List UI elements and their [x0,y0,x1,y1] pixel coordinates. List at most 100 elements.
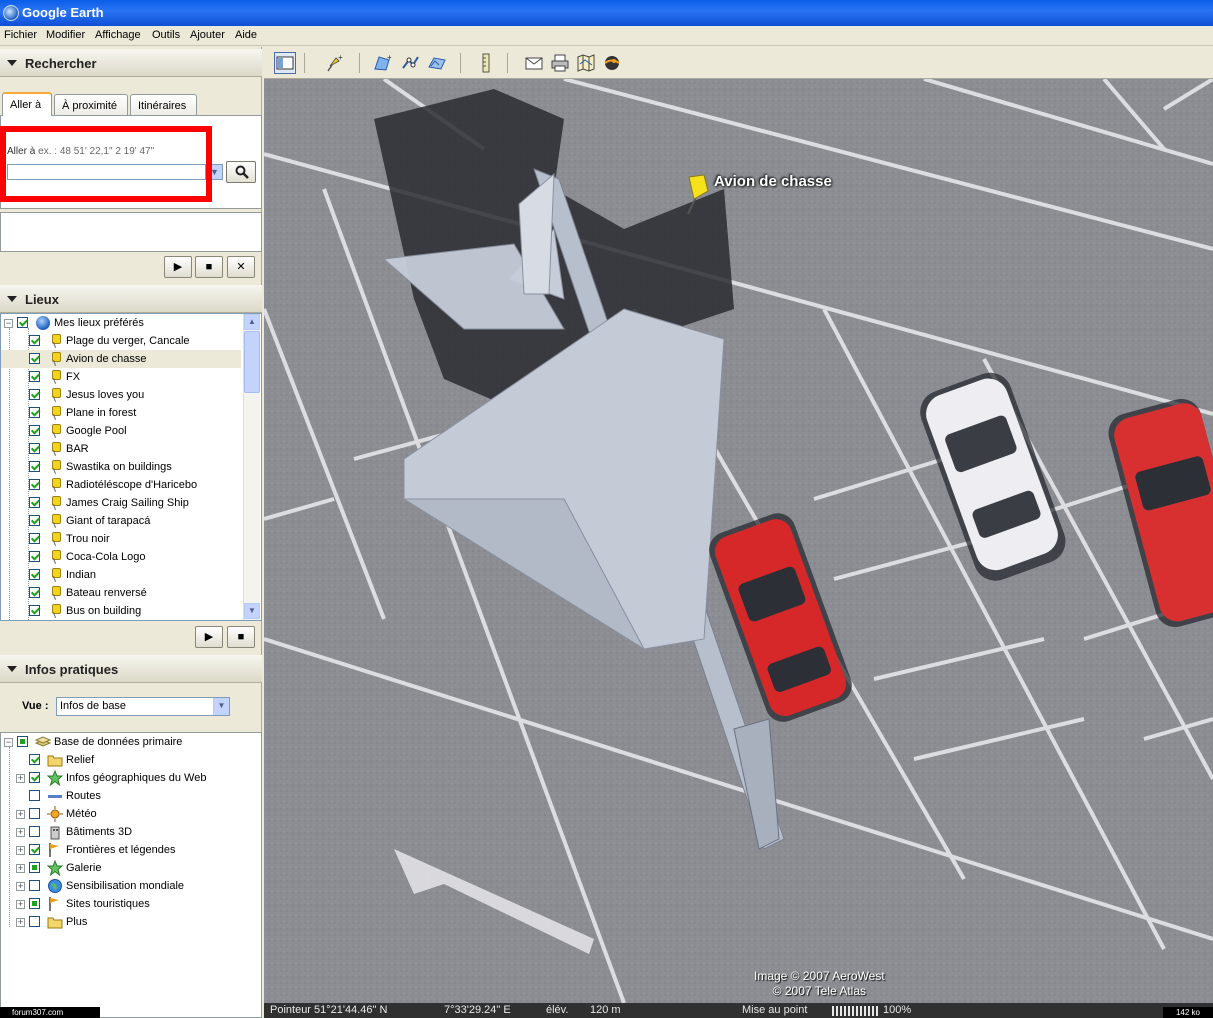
place-item[interactable]: Plage du verger, Cancale [1,332,241,350]
add-polygon-button[interactable]: + [372,52,394,74]
print-button[interactable] [549,52,571,74]
placemark-label[interactable]: Avion de chasse [714,173,832,190]
add-path-button[interactable] [400,52,422,74]
place-item[interactable]: Swastika on buildings [1,458,241,476]
layers-root[interactable]: − Base de données primaire [1,733,241,751]
checkbox[interactable] [29,826,40,837]
add-placemark-button[interactable]: + [324,52,346,74]
scroll-thumb[interactable] [244,331,260,393]
checkbox[interactable] [29,335,40,346]
menu-modifier[interactable]: Modifier [46,29,85,41]
expand-toggle[interactable]: + [16,846,25,855]
place-item[interactable]: FX [1,368,241,386]
checkbox[interactable] [29,353,40,364]
collapse-toggle[interactable]: − [4,738,13,747]
tab-nearby[interactable]: À proximité [54,94,128,116]
place-item[interactable]: Coca-Cola Logo [1,548,241,566]
place-item[interactable]: BAR [1,440,241,458]
places-play-button[interactable]: ▶ [195,626,223,648]
search-panel-header[interactable]: Rechercher [0,49,262,77]
checkbox[interactable] [29,898,40,909]
search-button[interactable] [226,161,256,183]
checkbox[interactable] [29,407,40,418]
google-maps-button[interactable] [575,52,597,74]
menu-ajouter[interactable]: Ajouter [190,29,225,41]
collapse-toggle[interactable]: − [4,319,13,328]
layer-item[interactable]: + Météo [1,805,241,823]
layer-item[interactable]: + Galerie [1,859,241,877]
scroll-down-arrow[interactable]: ▼ [244,603,260,619]
goto-input[interactable] [7,164,206,180]
checkbox[interactable] [29,772,40,783]
layer-item[interactable]: + Frontières et légendes [1,841,241,859]
place-item[interactable]: Radiotéléscope d'Haricebo [1,476,241,494]
expand-toggle[interactable]: + [16,810,25,819]
layer-item[interactable]: Relief [1,751,241,769]
checkbox[interactable] [29,497,40,508]
places-panel-header[interactable]: Lieux [0,285,262,313]
checkbox[interactable] [29,443,40,454]
expand-toggle[interactable]: + [16,882,25,891]
checkbox[interactable] [29,754,40,765]
checkbox[interactable] [29,844,40,855]
checkbox[interactable] [29,862,40,873]
checkbox[interactable] [29,425,40,436]
checkbox[interactable] [29,808,40,819]
email-button[interactable] [523,52,545,74]
checkbox[interactable] [29,605,40,616]
sidebar-toggle-button[interactable] [274,52,296,74]
checkbox[interactable] [29,389,40,400]
search-clear-button[interactable]: ✕ [227,256,255,278]
checkbox[interactable] [29,587,40,598]
expand-toggle[interactable]: + [16,828,25,837]
layer-item[interactable]: Routes [1,787,241,805]
checkbox[interactable] [29,533,40,544]
ruler-button[interactable] [475,52,497,74]
place-item[interactable]: Giant of tarapacá [1,512,241,530]
checkbox[interactable] [29,515,40,526]
goto-dropdown-button[interactable]: ▼ [206,164,223,180]
place-item[interactable]: Trou noir [1,530,241,548]
places-stop-button[interactable]: ■ [227,626,255,648]
layer-item[interactable]: + Bâtiments 3D [1,823,241,841]
view-select[interactable]: Infos de base ▼ [56,697,230,716]
expand-toggle[interactable]: + [16,900,25,909]
checkbox[interactable] [29,551,40,562]
checkbox[interactable] [29,880,40,891]
checkbox[interactable] [29,790,40,801]
place-item[interactable]: Avion de chasse [1,350,241,368]
search-play-button[interactable]: ▶ [164,256,192,278]
menu-outils[interactable]: Outils [152,29,180,41]
sky-mode-button[interactable] [601,52,623,74]
checkbox[interactable] [29,916,40,927]
tab-directions[interactable]: Itinéraires [130,94,197,116]
checkbox[interactable] [29,371,40,382]
layer-item[interactable]: + Sensibilisation mondiale [1,877,241,895]
tab-goto[interactable]: Aller à [2,92,52,116]
earth-3d-view[interactable]: Avion de chasse Image © 2007 AeroWest © … [264,79,1213,1003]
layer-item[interactable]: + Plus [1,913,241,931]
menu-aide[interactable]: Aide [235,29,257,41]
place-item[interactable]: Indian [1,566,241,584]
layers-panel-header[interactable]: Infos pratiques [0,655,262,683]
place-item[interactable]: Plane in forest [1,404,241,422]
add-image-overlay-button[interactable] [426,52,448,74]
checkbox[interactable] [29,461,40,472]
layer-item[interactable]: + Infos géographiques du Web [1,769,241,787]
place-item[interactable]: Bus on building [1,602,241,620]
expand-toggle[interactable]: + [16,918,25,927]
menu-affichage[interactable]: Affichage [95,29,141,41]
places-root[interactable]: − Mes lieux préférés [1,314,241,332]
scroll-up-arrow[interactable]: ▲ [244,314,260,330]
checkbox[interactable] [29,479,40,490]
menu-fichier[interactable]: Fichier [4,29,37,41]
place-item[interactable]: Jesus loves you [1,386,241,404]
checkbox[interactable] [29,569,40,580]
layer-item[interactable]: + Sites touristiques [1,895,241,913]
place-item[interactable]: Bateau renversé [1,584,241,602]
place-item[interactable]: James Craig Sailing Ship [1,494,241,512]
checkbox[interactable] [17,317,28,328]
search-stop-button[interactable]: ■ [195,256,223,278]
expand-toggle[interactable]: + [16,774,25,783]
checkbox[interactable] [17,736,28,747]
